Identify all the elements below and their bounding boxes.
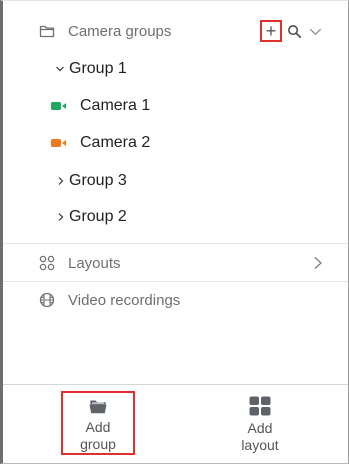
grid-icon — [249, 396, 271, 416]
tree-camera-1[interactable]: Camera 1 — [3, 88, 348, 124]
add-group-label-line2: group — [80, 436, 116, 452]
camera-groups-actions: + — [260, 20, 324, 42]
divider — [3, 243, 348, 244]
tree-group-3[interactable]: Group 3 — [3, 163, 348, 199]
add-layout-label-line2: layout — [241, 437, 279, 453]
film-icon — [39, 292, 55, 308]
nav-layouts[interactable]: Layouts — [3, 245, 348, 281]
chevron-down-icon[interactable] — [306, 22, 324, 40]
add-group-label-line1: Add — [85, 419, 111, 435]
layouts-label: Layouts — [68, 254, 121, 272]
nav-video-recordings[interactable]: Video recordings — [3, 282, 348, 318]
video-recordings-label: Video recordings — [68, 291, 181, 309]
add-layout-button[interactable]: Add layout — [223, 391, 297, 455]
search-icon[interactable] — [285, 22, 303, 40]
camera-online-icon — [51, 102, 66, 110]
footer-toolbar: Add group Add layout — [3, 384, 348, 463]
camera-1-label: Camera 1 — [80, 97, 151, 114]
tree-group-1[interactable]: Group 1 — [3, 51, 348, 87]
camera-2-label: Camera 2 — [80, 134, 151, 151]
camera-sidebar-panel: Camera groups + Group 1 Camera 1 Camera … — [0, 0, 349, 464]
add-group-button[interactable]: Add group — [61, 391, 135, 455]
folder-icon — [39, 25, 55, 38]
tree-group-2[interactable]: Group 2 — [3, 199, 348, 235]
group-3-label: Group 3 — [69, 172, 127, 189]
folder-open-icon — [89, 400, 107, 414]
camera-groups-label: Camera groups — [68, 22, 172, 40]
group-1-label: Group 1 — [69, 60, 127, 77]
add-layout-label-line1: Add — [247, 420, 273, 436]
chevron-right-icon[interactable] — [312, 256, 324, 270]
camera-groups-header[interactable]: Camera groups + — [3, 12, 348, 50]
chevron-down-icon[interactable] — [55, 64, 65, 74]
layouts-icon — [39, 255, 55, 271]
chevron-right-icon[interactable] — [56, 176, 66, 186]
camera-offline-icon — [51, 139, 66, 147]
tree-camera-2[interactable]: Camera 2 — [3, 125, 348, 161]
group-2-label: Group 2 — [69, 208, 127, 225]
chevron-right-icon[interactable] — [56, 212, 66, 222]
add-group-icon-button[interactable]: + — [260, 20, 282, 42]
